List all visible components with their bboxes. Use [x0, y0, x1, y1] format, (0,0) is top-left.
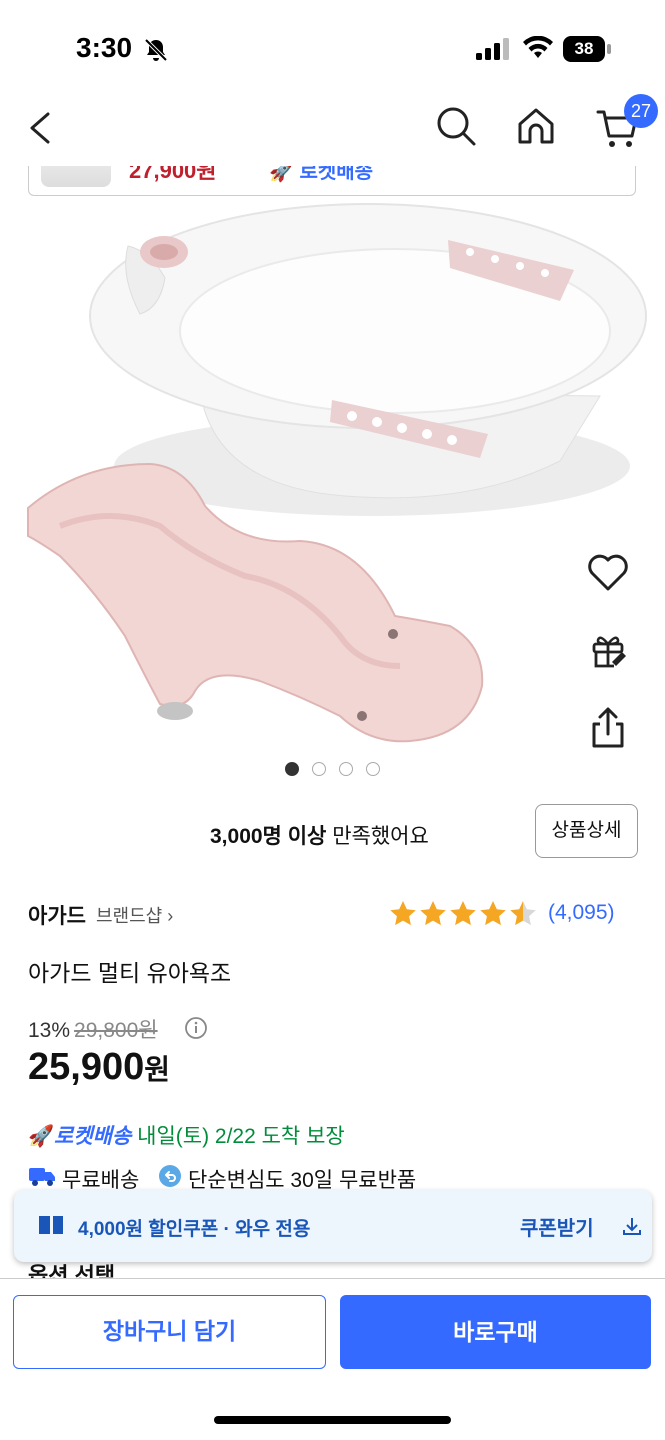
- share-icon[interactable]: [584, 704, 632, 752]
- gallery-dot[interactable]: [366, 762, 380, 776]
- gallery-dot[interactable]: [339, 762, 353, 776]
- cart-count-badge: 27: [624, 94, 658, 128]
- brand-row: 아가드 브랜드샵 › (4,095): [28, 898, 638, 932]
- product-image[interactable]: [0, 196, 665, 756]
- status-bar: 3:30 38: [0, 0, 665, 96]
- download-icon[interactable]: [622, 1216, 642, 1236]
- coupon-text: 4,000원 할인쿠폰 · 와우 전용: [78, 1219, 311, 1240]
- review-count[interactable]: (4,095): [548, 901, 615, 925]
- satisfaction-text: 3,000명 이상 만족했어요: [210, 825, 429, 848]
- brand-name[interactable]: 아가드: [28, 900, 86, 930]
- rocket-delivery-label: 로켓배송: [54, 1125, 132, 1148]
- top-nav: 27: [0, 94, 665, 166]
- truck-icon: [29, 1168, 55, 1186]
- rating-stars: [390, 901, 536, 926]
- original-price: 29,800원: [74, 1019, 158, 1042]
- sale-price: 25,900원: [28, 1046, 170, 1088]
- product-detail-button[interactable]: 상품상세: [535, 804, 638, 858]
- divider: [0, 1278, 665, 1279]
- shipping-row: 무료배송 단순변심도 30일 무료반품: [28, 1162, 648, 1192]
- back-icon[interactable]: [22, 106, 58, 150]
- gift-icon[interactable]: [584, 626, 632, 674]
- product-title: 아가드 멀티 유아욕조: [28, 960, 232, 986]
- add-to-cart-button[interactable]: 장바구니 담기: [13, 1295, 326, 1369]
- bathtub-illustration: [89, 203, 647, 516]
- coupon-icon: [39, 1216, 63, 1234]
- battery-level: 38: [574, 39, 594, 58]
- info-icon[interactable]: [184, 1016, 208, 1040]
- gallery-dot[interactable]: [312, 762, 326, 776]
- home-indicator[interactable]: [214, 1416, 451, 1424]
- rocket-delivery-row: 🚀로켓배송 내일(토) 2/22 도착 보장: [28, 1120, 345, 1150]
- wifi-icon: [523, 36, 553, 58]
- rocket-icon: 🚀: [28, 1125, 55, 1149]
- heart-icon[interactable]: [584, 548, 632, 596]
- home-icon[interactable]: [514, 104, 558, 148]
- arrival-guarantee: 내일(토) 2/22 도착 보장: [137, 1125, 345, 1148]
- discount-row: 13% 29,800원: [28, 1014, 158, 1044]
- battery-icon: 38: [563, 36, 611, 62]
- signal-icon: [476, 38, 509, 60]
- coupon-bar[interactable]: 4,000원 할인쿠폰 · 와우 전용 쿠폰받기: [14, 1190, 652, 1262]
- return-icon: [159, 1165, 181, 1187]
- discount-rate: 13%: [28, 1019, 71, 1042]
- brand-shop-link[interactable]: 브랜드샵 ›: [96, 902, 173, 928]
- coupon-download-button[interactable]: 쿠폰받기: [520, 1212, 594, 1241]
- gallery-dot[interactable]: [285, 762, 299, 776]
- bell-off-icon: [144, 38, 168, 62]
- option-section-title: 옵션 선택: [28, 1264, 116, 1278]
- buy-now-button[interactable]: 바로구매: [340, 1295, 651, 1369]
- search-icon[interactable]: [434, 104, 478, 148]
- status-time: 3:30: [76, 32, 133, 63]
- gallery-pagination: [0, 762, 665, 776]
